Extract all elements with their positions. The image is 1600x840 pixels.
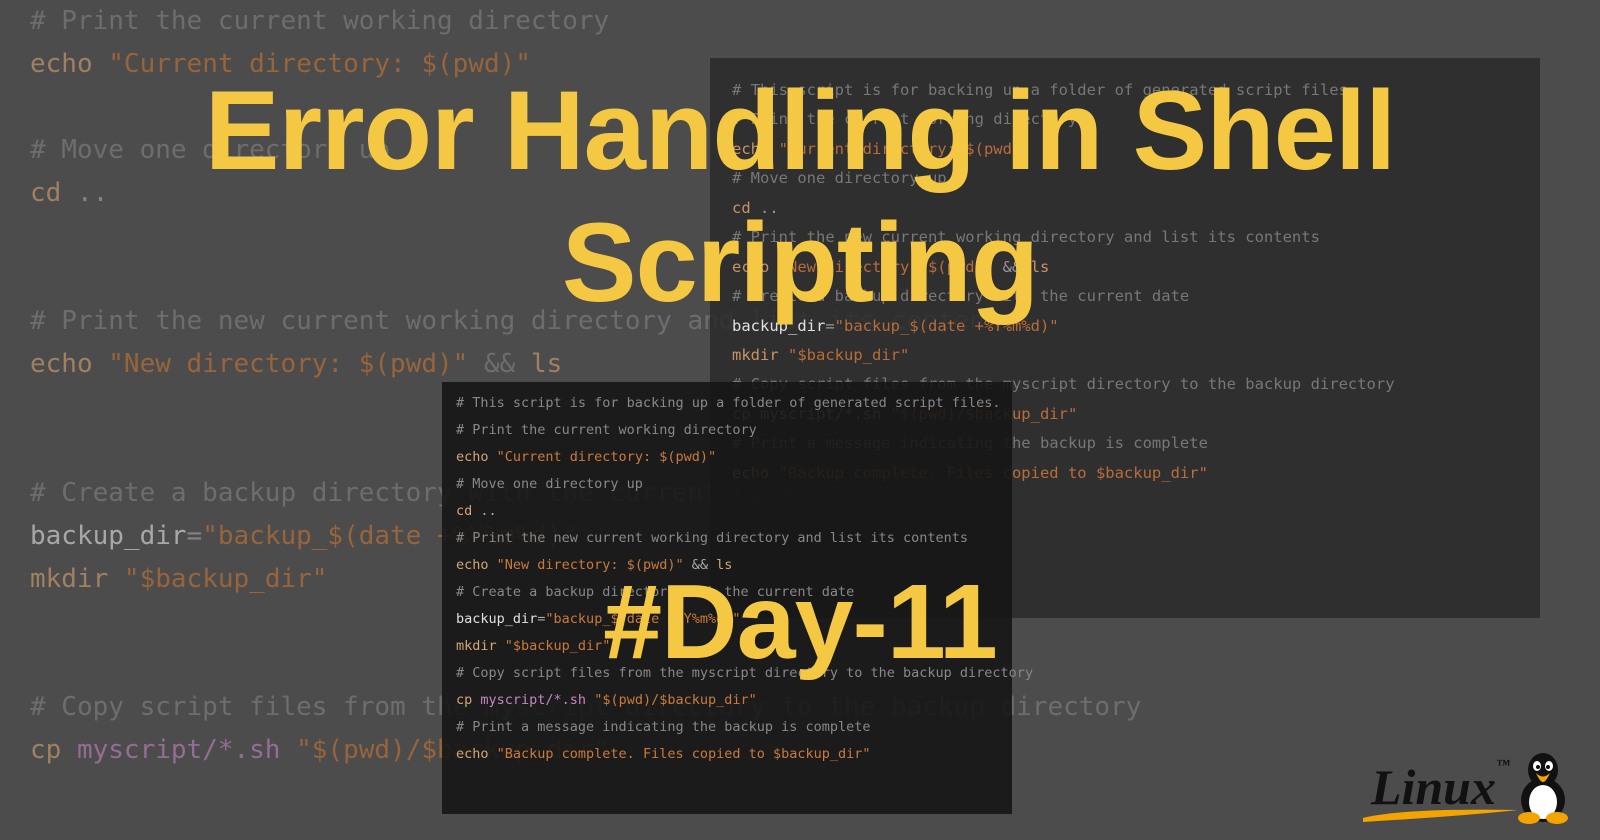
linux-swoosh-icon <box>1363 808 1518 822</box>
code-line: mkdir "$backup_dir" <box>732 341 1518 370</box>
banner-title-line-1: Error Handling in Shell <box>0 66 1600 195</box>
code-comment: # Print the new current working director… <box>456 525 998 552</box>
linux-logo: Linux™ <box>1371 750 1574 824</box>
code-line: echo "Current directory: $(pwd)" <box>456 444 998 471</box>
code-comment: # Print a message indicating the backup … <box>456 714 998 741</box>
code-comment: # Move one directory up <box>456 471 998 498</box>
code-line: echo "Backup complete. Files copied to $… <box>456 741 998 768</box>
banner-title-line-2: Scripting <box>0 198 1600 327</box>
code-line: cd .. <box>456 498 998 525</box>
day-label: #Day-11 <box>0 562 1600 683</box>
linux-logo-text: Linux™ <box>1371 758 1510 816</box>
tux-penguin-icon <box>1512 750 1574 824</box>
code-comment: # This script is for backing up a folder… <box>456 390 998 417</box>
code-comment: # Print the current working directory <box>456 417 998 444</box>
code-line: cp myscript/*.sh "$(pwd)/$backup_dir" <box>456 687 998 714</box>
